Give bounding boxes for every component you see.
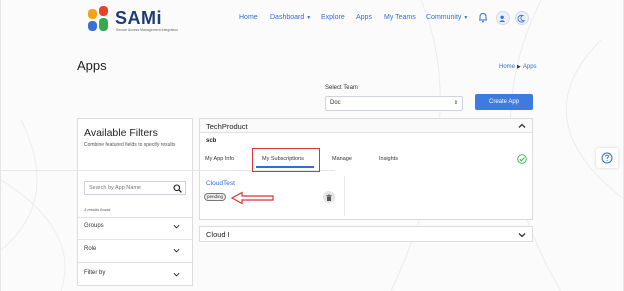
- facet-groups-label: Groups: [84, 223, 104, 229]
- tab-manage[interactable]: Manage: [332, 156, 352, 162]
- help-icon: [601, 152, 613, 164]
- annotation-highlight-box: [252, 148, 320, 172]
- help-button[interactable]: [596, 148, 618, 168]
- user-button[interactable]: [496, 11, 510, 25]
- chevron-down-icon: [173, 272, 180, 277]
- filters-panel: Available Filters Combine featured field…: [77, 118, 193, 286]
- nav-apps[interactable]: Apps: [356, 14, 372, 21]
- subscription-app-link[interactable]: CloudTest: [206, 180, 235, 187]
- chevron-down-icon: ▼: [306, 15, 312, 21]
- nav-dashboard-label: Dashboard: [270, 14, 305, 21]
- app-search-input[interactable]: Search by App Name: [84, 181, 186, 195]
- create-app-button[interactable]: Create App: [475, 94, 533, 110]
- search-placeholder: Search by App Name: [89, 185, 141, 191]
- team-select-value: Doc: [330, 100, 341, 106]
- column-divider: [344, 176, 345, 216]
- nav-dashboard[interactable]: Dashboard ▼: [270, 14, 311, 21]
- facet-role-label: Role: [84, 246, 97, 252]
- logo-tagline: Secure Access Management Integration: [116, 28, 179, 32]
- nav-community-label: Community: [426, 14, 462, 21]
- breadcrumb-apps[interactable]: Apps: [523, 64, 537, 70]
- annotation-arrow-icon: [230, 191, 274, 205]
- theme-toggle-button[interactable]: [515, 11, 529, 25]
- team-select[interactable]: Doc ⇕: [325, 96, 463, 111]
- panel-header[interactable]: TechProduct: [200, 119, 532, 133]
- logo-mark-icon: [88, 6, 108, 31]
- nav-my-teams-label: My Teams: [384, 14, 416, 21]
- app-panel-cloud[interactable]: Cloud I: [199, 226, 533, 242]
- divider: [78, 262, 193, 263]
- user-icon: [499, 15, 506, 22]
- sami-logo[interactable]: SAMi Secure Access Management Integratio…: [87, 6, 178, 34]
- facet-groups[interactable]: Groups: [84, 223, 186, 235]
- nav-community[interactable]: Community ▼: [426, 14, 468, 21]
- nav-home-label: Home: [239, 14, 258, 21]
- search-icon[interactable]: [173, 184, 182, 193]
- trash-icon: [326, 194, 332, 201]
- status-badge: pending: [204, 193, 226, 201]
- breadcrumb-separator-icon: ▶: [517, 64, 521, 70]
- tab-insights[interactable]: Insights: [379, 156, 398, 162]
- chevron-down-icon[interactable]: [518, 231, 526, 239]
- check-circle-icon: [517, 154, 527, 164]
- bell-icon[interactable]: [478, 12, 488, 23]
- nav-home[interactable]: Home: [239, 14, 258, 21]
- select-team-label: Select Team: [325, 85, 358, 91]
- team-code: scb: [206, 138, 217, 144]
- select-arrows-icon: ⇕: [453, 100, 458, 106]
- results-count: 3 results found: [84, 207, 111, 212]
- moon-icon: [517, 14, 526, 23]
- divider: [78, 239, 193, 240]
- facet-filter-by-label: Filter by: [84, 270, 106, 276]
- logo-text: SAMi: [115, 8, 162, 28]
- facet-role[interactable]: Role: [84, 246, 186, 258]
- filters-subtitle: Combine featured fields to specify resul…: [84, 142, 176, 148]
- nav-explore-label: Explore: [321, 14, 345, 21]
- chevron-up-icon[interactable]: [518, 122, 526, 130]
- divider: [78, 217, 193, 218]
- panel-title: TechProduct: [206, 122, 248, 131]
- nav-my-teams[interactable]: My Teams: [384, 14, 416, 21]
- chevron-down-icon: ▼: [463, 15, 469, 21]
- panel2-title: Cloud I: [206, 230, 230, 239]
- chevron-down-icon: [173, 248, 180, 253]
- breadcrumb: Home ▶ Apps: [499, 64, 537, 70]
- page-title: Apps: [77, 58, 107, 73]
- facet-filter-by[interactable]: Filter by: [84, 270, 186, 282]
- nav-apps-label: Apps: [356, 14, 372, 21]
- tab-my-app-info[interactable]: My App Info: [205, 156, 234, 162]
- delete-button[interactable]: [323, 191, 335, 203]
- filters-title: Available Filters: [84, 127, 158, 139]
- top-navbar: SAMi Secure Access Management Integratio…: [1, 0, 623, 40]
- app-window: SAMi Secure Access Management Integratio…: [0, 0, 624, 291]
- breadcrumb-home[interactable]: Home: [499, 64, 515, 70]
- chevron-down-icon: [173, 224, 180, 229]
- nav-explore[interactable]: Explore: [321, 14, 345, 21]
